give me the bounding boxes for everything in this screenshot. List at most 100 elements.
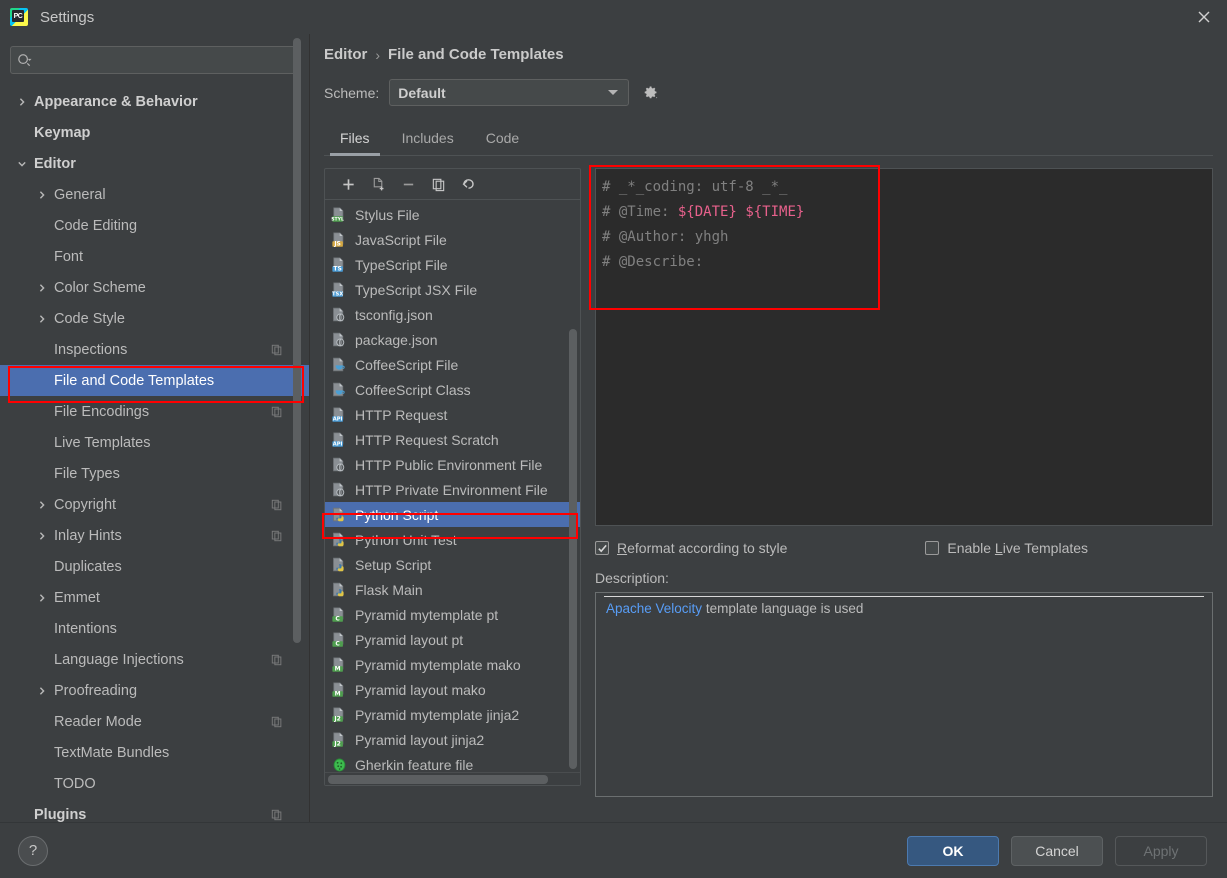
svg-text:J2: J2 (333, 715, 340, 722)
live-templates-checkbox[interactable]: Enable Live Templates (925, 540, 1088, 556)
template-list-item[interactable]: package.json (325, 327, 580, 352)
live-label-rest: ive Templates (1003, 540, 1088, 556)
template-list-item[interactable]: JSJavaScript File (325, 227, 580, 252)
svg-text:M: M (335, 690, 341, 697)
template-list-item-label: TypeScript File (355, 257, 448, 273)
template-list-item[interactable]: Python Unit Test (325, 527, 580, 552)
sidebar-item-code-style[interactable]: Code Style (0, 303, 309, 334)
sidebar-item-label: Emmet (54, 590, 100, 606)
reformat-label-rest: eformat according to style (627, 540, 787, 556)
tab-files[interactable]: Files (324, 122, 386, 155)
code-text: # @Describe: (602, 254, 703, 270)
sidebar-item-font[interactable]: Font (0, 241, 309, 272)
template-list-item[interactable]: HTTP Public Environment File (325, 452, 580, 477)
chevron-right-icon[interactable] (36, 685, 48, 697)
chevron-right-icon[interactable] (36, 530, 48, 542)
close-icon[interactable] (1181, 0, 1227, 34)
template-list-item-label: Pyramid layout pt (355, 632, 463, 648)
tab-code[interactable]: Code (470, 122, 535, 155)
scheme-dropdown[interactable]: Default (389, 79, 629, 106)
template-list-item[interactable]: J2Pyramid layout jinja2 (325, 727, 580, 752)
chevron-right-icon[interactable] (36, 313, 48, 325)
template-list-hscrollbar[interactable] (325, 772, 580, 785)
template-list-item[interactable]: TSTypeScript File (325, 252, 580, 277)
copy-file-button[interactable] (365, 172, 391, 196)
template-list-item-label: Python Script (355, 507, 438, 523)
sidebar-item-emmet[interactable]: Emmet (0, 582, 309, 613)
sidebar-item-file-encodings[interactable]: File Encodings (0, 396, 309, 427)
sidebar-item-file-and-code-templates[interactable]: File and Code Templates (0, 365, 309, 396)
template-list-item[interactable]: APIHTTP Request (325, 402, 580, 427)
sidebar-item-proofreading[interactable]: Proofreading (0, 675, 309, 706)
copy-settings-icon (271, 344, 283, 356)
sidebar-item-language-injections[interactable]: Language Injections (0, 644, 309, 675)
chevron-right-icon[interactable] (16, 96, 28, 108)
add-template-button[interactable] (335, 172, 361, 196)
template-list-item[interactable]: Python Script (325, 502, 580, 527)
template-list-item[interactable]: J2Pyramid mytemplate jinja2 (325, 702, 580, 727)
sidebar-item-label: TextMate Bundles (54, 745, 169, 761)
sidebar-item-inlay-hints[interactable]: Inlay Hints (0, 520, 309, 551)
duplicate-template-button[interactable] (425, 172, 451, 196)
template-list-item[interactable]: CPyramid mytemplate pt (325, 602, 580, 627)
chameleon-file-icon: C (331, 607, 349, 623)
sidebar-item-intentions[interactable]: Intentions (0, 613, 309, 644)
copy-settings-icon (271, 809, 283, 821)
template-list-item[interactable]: CPyramid layout pt (325, 627, 580, 652)
question-mark-icon[interactable]: ? (18, 836, 48, 866)
search-field[interactable] (10, 46, 299, 74)
template-list[interactable]: STYLStylus FileJSJavaScript FileTSTypeSc… (325, 200, 580, 772)
template-list-item[interactable]: MPyramid layout mako (325, 677, 580, 702)
window-title: Settings (40, 9, 94, 26)
sidebar-scrollbar-thumb[interactable] (293, 38, 301, 643)
sidebar-item-live-templates[interactable]: Live Templates (0, 427, 309, 458)
sidebar-item-appearance-behavior[interactable]: Appearance & Behavior (0, 86, 309, 117)
sidebar-item-file-types[interactable]: File Types (0, 458, 309, 489)
sidebar-item-code-editing[interactable]: Code Editing (0, 210, 309, 241)
chevron-down-icon[interactable] (16, 158, 28, 170)
chevron-right-icon[interactable] (36, 189, 48, 201)
chevron-right-icon[interactable] (36, 282, 48, 294)
sidebar-item-editor[interactable]: Editor (0, 148, 309, 179)
search-input[interactable] (36, 53, 292, 68)
sidebar-item-reader-mode[interactable]: Reader Mode (0, 706, 309, 737)
sidebar-item-inspections[interactable]: Inspections (0, 334, 309, 365)
template-list-item[interactable]: HTTP Private Environment File (325, 477, 580, 502)
sidebar-item-keymap[interactable]: Keymap (0, 117, 309, 148)
dialog-body: Appearance & BehaviorKeymapEditorGeneral… (0, 34, 1227, 822)
sidebar-item-label: Code Editing (54, 218, 137, 234)
template-list-item[interactable]: tsconfig.json (325, 302, 580, 327)
undo-template-button[interactable] (455, 172, 481, 196)
description-label: Description: (595, 570, 1213, 586)
cancel-button[interactable]: Cancel (1011, 836, 1103, 866)
svg-text:C: C (335, 615, 340, 622)
sidebar-item-copyright[interactable]: Copyright (0, 489, 309, 520)
template-list-item[interactable]: Gherkin feature file (325, 752, 580, 772)
template-list-item[interactable]: CoffeeScript File (325, 352, 580, 377)
template-list-item[interactable]: STYLStylus File (325, 202, 580, 227)
template-list-item[interactable]: APIHTTP Request Scratch (325, 427, 580, 452)
template-list-item[interactable]: Setup Script (325, 552, 580, 577)
sidebar-item-todo[interactable]: TODO (0, 768, 309, 799)
template-code-editor[interactable]: # _*_coding: utf-8 _*_# @Time: ${DATE} $… (595, 168, 1213, 526)
template-list-item[interactable]: Flask Main (325, 577, 580, 602)
template-list-item-label: HTTP Public Environment File (355, 457, 542, 473)
ok-button[interactable]: OK (907, 836, 999, 866)
chevron-right-icon[interactable] (36, 592, 48, 604)
breadcrumb-parent[interactable]: Editor (324, 46, 367, 63)
template-list-vscrollbar-thumb[interactable] (569, 329, 577, 769)
sidebar-item-textmate-bundles[interactable]: TextMate Bundles (0, 737, 309, 768)
chevron-right-icon[interactable] (36, 499, 48, 511)
sidebar-item-duplicates[interactable]: Duplicates (0, 551, 309, 582)
reformat-checkbox[interactable]: Reformat according to style (595, 540, 787, 556)
sidebar-item-general[interactable]: General (0, 179, 309, 210)
apache-velocity-link[interactable]: Apache Velocity (606, 601, 702, 616)
gear-icon[interactable] (639, 82, 661, 104)
sidebar-item-color-scheme[interactable]: Color Scheme (0, 272, 309, 303)
template-list-item[interactable]: MPyramid mytemplate mako (325, 652, 580, 677)
tab-includes[interactable]: Includes (386, 122, 470, 155)
template-list-item[interactable]: TSXTypeScript JSX File (325, 277, 580, 302)
template-list-item[interactable]: CoffeeScript Class (325, 377, 580, 402)
remove-template-button[interactable] (395, 172, 421, 196)
template-list-hscrollbar-thumb[interactable] (328, 775, 548, 784)
